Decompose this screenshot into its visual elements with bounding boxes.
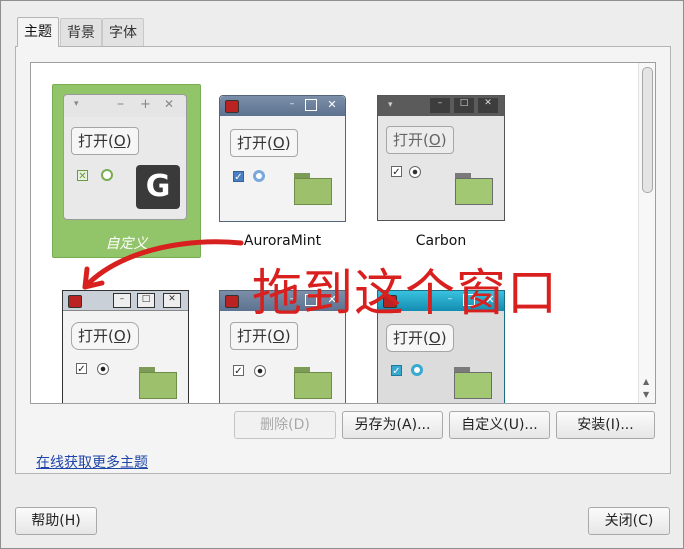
radio-preview [409,166,421,178]
open-button-preview: 打开(O) [230,322,298,350]
folder-icon [454,367,492,399]
scroll-down-icon[interactable]: ▼ [643,390,649,399]
annotation-text: 拖到这个窗口 [252,264,558,322]
folder-icon [294,173,332,205]
open-button-preview: 打开(O) [386,126,454,154]
checkbox-preview: ✓ [233,171,244,183]
gnome-foot-icon: G [136,165,180,209]
app-menu-icon [225,100,239,113]
checkbox-preview: ✓ [233,365,244,377]
tab-theme[interactable]: 主题 [17,17,59,47]
more-themes-link[interactable]: 在线获取更多主题 [36,452,148,472]
checkbox-preview: ✓ [391,166,402,178]
open-button-preview: 打开(O) [386,324,454,352]
theme-preview-auroramint[interactable]: – ✕ 打开(O) ✓ [219,95,346,222]
theme-name-carbon: Carbon [415,233,467,249]
checkbox-preview: ✓ [76,363,87,375]
customize-button[interactable]: 自定义(U)... [449,411,550,439]
theme-preview-4[interactable]: – □ ✕ 打开(O) ✓ [62,290,189,403]
install-button[interactable]: 安装(I)... [556,411,655,439]
radio-preview [101,169,113,181]
radio-preview [97,363,109,375]
folder-icon [294,367,332,399]
delete-button[interactable]: 删除(D) [234,411,336,439]
scrollbar-thumb[interactable] [642,67,653,193]
radio-preview [411,364,423,376]
open-button-preview: 打开(O) [71,127,139,155]
help-button[interactable]: 帮助(H) [15,507,97,535]
annotation-arrow-icon [82,239,244,290]
close-button[interactable]: 关闭(C) [588,507,670,535]
open-button-preview: 打开(O) [71,322,139,350]
checkbox-preview: ✓ [391,365,402,377]
theme-preview-carbon[interactable]: ▾ – □ ✕ 打开(O) ✓ [377,95,505,221]
tab-font[interactable]: 字体 [102,18,144,46]
folder-icon [139,367,177,399]
open-button-preview: 打开(O) [230,129,298,157]
radio-preview [253,170,265,182]
save-as-button[interactable]: 另存为(A)... [342,411,443,439]
theme-preview-custom: ▾ – + ✕ 打开(O) ✕ G [63,94,187,220]
theme-list-scrollbar[interactable]: ▲ ▼ [638,63,655,403]
scroll-up-icon[interactable]: ▲ [643,377,649,386]
radio-preview [254,365,266,377]
tab-background[interactable]: 背景 [60,18,102,46]
checkbox-preview: ✕ [77,170,88,182]
folder-icon [455,173,493,205]
